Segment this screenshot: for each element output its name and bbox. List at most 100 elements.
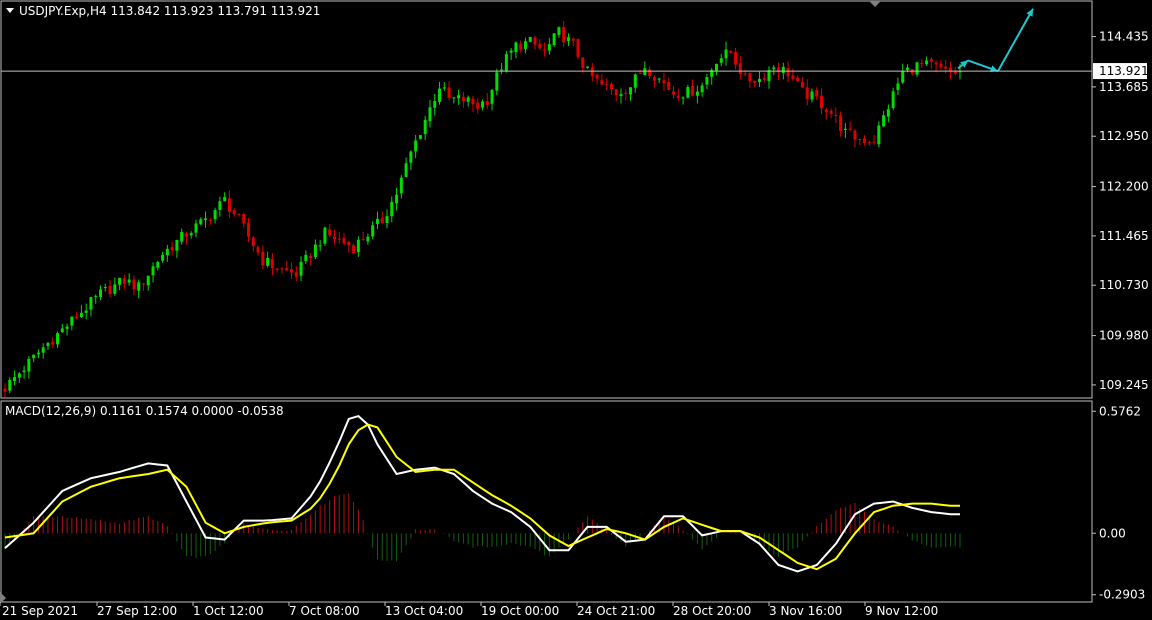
candle-body (834, 115, 838, 117)
candle-body (643, 68, 647, 76)
time-tick-label: 7 Oct 08:00 (289, 604, 360, 618)
candle-body (237, 214, 241, 216)
candle-body (915, 62, 919, 75)
candle-body (3, 388, 7, 392)
candle-body (810, 91, 814, 100)
candle-body (337, 238, 341, 240)
candle-body (151, 266, 155, 276)
candle-body (867, 141, 871, 143)
candle-body (46, 342, 50, 347)
candle-body (447, 87, 451, 98)
candle-body (514, 42, 518, 52)
candle-body (886, 109, 890, 117)
candle-body (17, 373, 21, 378)
candle-body (380, 218, 384, 223)
chart-canvas[interactable]: USDJPY.Exp,H4 113.842 113.923 113.791 11… (0, 0, 1152, 620)
candle-body (99, 289, 102, 297)
candle-body (352, 245, 356, 253)
candle-body (442, 87, 446, 89)
candle-body (204, 218, 208, 221)
candle-body (815, 89, 819, 97)
time-tick-label: 3 Nov 16:00 (769, 604, 842, 618)
candle-body (418, 135, 422, 139)
candle-body (266, 257, 270, 266)
candle-body (714, 63, 718, 71)
candle-body (175, 239, 179, 251)
candle-body (495, 72, 499, 91)
candle-body (180, 232, 184, 242)
candle-body (414, 140, 418, 152)
candle-body (170, 247, 174, 251)
candle-body (213, 210, 217, 220)
candle-body (600, 80, 604, 85)
candle-body (648, 69, 652, 77)
candle-body (366, 236, 370, 242)
candle-body (748, 73, 752, 82)
macd-tick-label: -0.2903 (1099, 588, 1145, 602)
candle-body (939, 63, 943, 68)
candle-body (609, 84, 613, 90)
candle-body (457, 95, 461, 99)
candle-body (84, 310, 88, 313)
candle-body (79, 312, 83, 317)
candle-body (547, 44, 551, 51)
time-tick-label: 27 Sep 12:00 (97, 604, 177, 618)
candle-body (667, 81, 671, 90)
candle-body (270, 258, 274, 268)
candle-body (920, 62, 924, 65)
candle-body (70, 316, 74, 326)
candle-body (156, 262, 160, 268)
candle-body (767, 70, 771, 82)
time-tick-label: 1 Oct 12:00 (193, 604, 264, 618)
candle-body (552, 33, 556, 46)
candle-body (256, 247, 260, 253)
candle-body (586, 66, 590, 68)
candle-body (299, 261, 303, 276)
macd-tick-label: 0.5762 (1099, 404, 1141, 418)
time-tick-label: 9 Nov 12:00 (865, 604, 938, 618)
candle-body (829, 110, 833, 114)
macd-info-text: MACD(12,26,9) 0.1161 0.1574 0.0000 -0.05… (5, 404, 284, 418)
candle-body (485, 101, 489, 105)
candle-body (399, 177, 403, 194)
candle-body (227, 198, 231, 212)
candle-body (781, 66, 785, 73)
candle-body (165, 248, 169, 256)
candle-body (27, 358, 31, 372)
candle-body (633, 74, 637, 88)
symbol-info-text: USDJPY.Exp,H4 113.842 113.923 113.791 11… (19, 4, 320, 18)
candle-body (280, 268, 284, 270)
candle-body (361, 239, 365, 241)
candle-body (853, 130, 857, 140)
candle-body (146, 275, 150, 286)
candle-body (194, 223, 198, 233)
candle-body (820, 95, 824, 109)
candle-body (691, 85, 695, 96)
candle-body (925, 60, 929, 65)
candle-body (371, 225, 375, 237)
candle-body (471, 98, 475, 105)
candle-body (734, 52, 738, 65)
price-tick-label: 111.465 (1099, 229, 1149, 243)
candle-body (839, 115, 843, 131)
candle-body (141, 283, 145, 285)
candle-body (509, 50, 513, 53)
candle-body (223, 197, 227, 202)
candle-body (724, 49, 728, 59)
candle-body (476, 102, 480, 109)
candle-body (772, 67, 776, 69)
time-tick-label: 24 Oct 21:00 (577, 604, 655, 618)
candle-body (786, 68, 790, 77)
candle-body (523, 41, 527, 49)
candle-body (56, 333, 60, 345)
candle-body (595, 74, 599, 79)
candle-body (132, 279, 136, 290)
candle-body (127, 279, 131, 283)
candle-body (328, 229, 332, 236)
candle-body (313, 244, 317, 257)
candle-body (208, 219, 212, 221)
candle-body (242, 213, 246, 224)
candle-body (934, 62, 938, 65)
candle-body (290, 269, 293, 273)
candle-body (285, 268, 289, 271)
